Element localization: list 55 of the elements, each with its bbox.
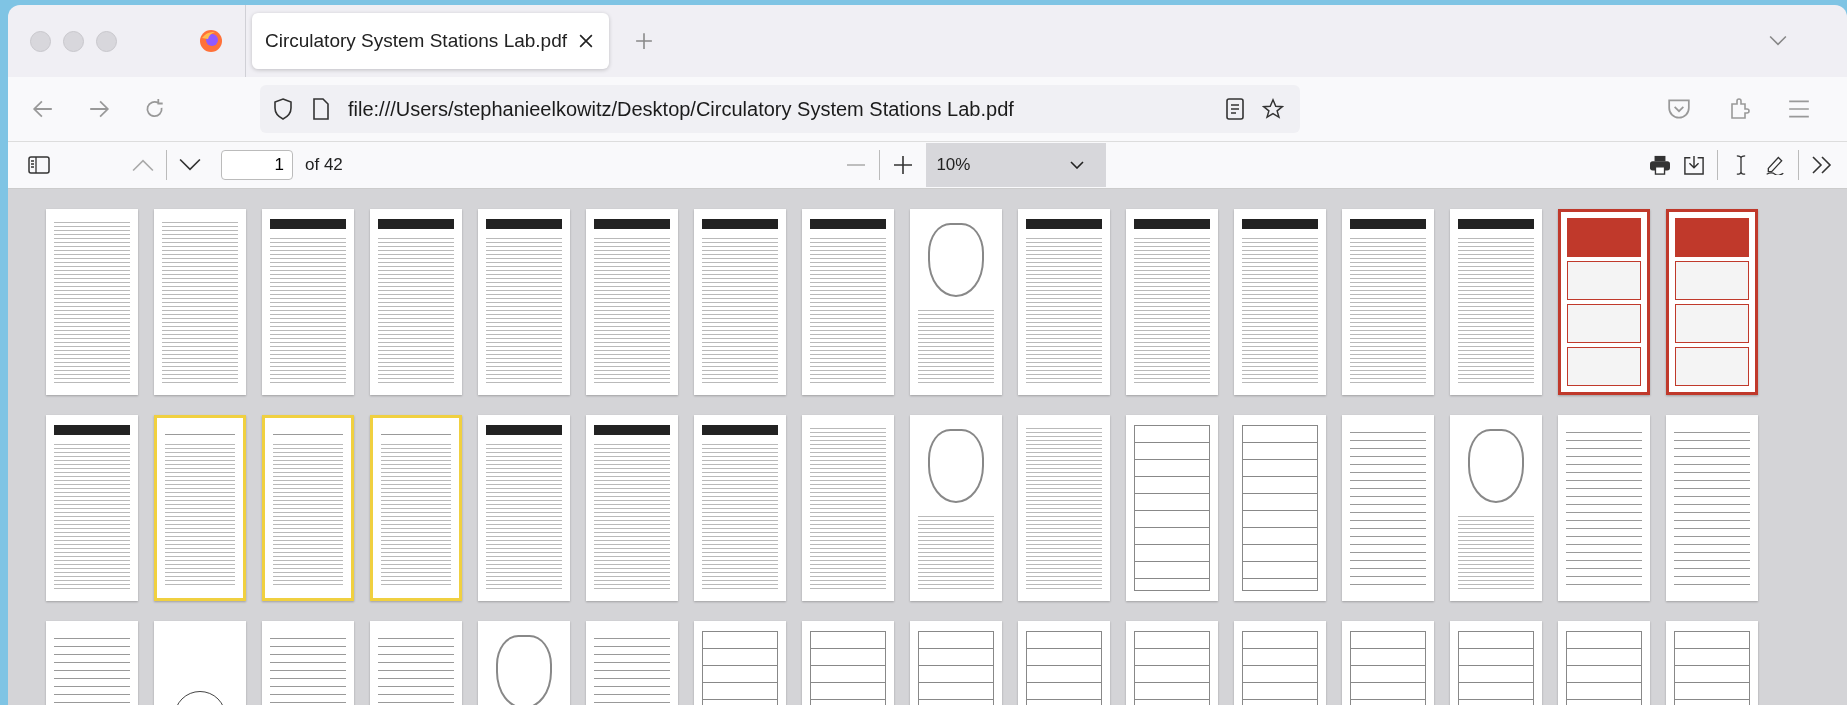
page-thumbnail[interactable] xyxy=(1450,209,1542,395)
page-thumbnail[interactable] xyxy=(1558,209,1650,395)
pocket-icon[interactable] xyxy=(1667,98,1691,120)
menu-icon[interactable] xyxy=(1787,98,1811,120)
page-thumbnail[interactable] xyxy=(1342,209,1434,395)
browser-logo-icon xyxy=(199,29,223,53)
address-bar[interactable]: file:///Users/stephanieelkowitz/Desktop/Circulatory System Stations Lab.pdf xyxy=(260,85,1300,133)
shield-icon[interactable] xyxy=(272,98,294,120)
page-thumbnail[interactable] xyxy=(478,209,570,395)
page-thumbnail[interactable] xyxy=(46,209,138,395)
page-thumbnail[interactable] xyxy=(1234,415,1326,601)
page-thumbnail[interactable] xyxy=(1666,415,1758,601)
page-thumbnail[interactable] xyxy=(910,209,1002,395)
zoom-dropdown[interactable]: 10% xyxy=(926,143,1107,187)
save-download-icon[interactable] xyxy=(1683,155,1705,175)
page-thumbnail[interactable] xyxy=(370,209,462,395)
zoom-in-icon[interactable] xyxy=(892,155,915,175)
page-thumbnail[interactable] xyxy=(1126,415,1218,601)
browser-tab[interactable]: Circulatory System Stations Lab.pdf xyxy=(252,13,610,69)
page-thumbnail[interactable] xyxy=(1126,209,1218,395)
page-thumbnail[interactable] xyxy=(1558,415,1650,601)
more-tools-chevrons-icon[interactable] xyxy=(1811,155,1833,175)
page-thumbnail[interactable] xyxy=(478,415,570,601)
page-thumbnail[interactable] xyxy=(802,209,894,395)
page-thumbnail[interactable] xyxy=(694,209,786,395)
page-thumbnail[interactable] xyxy=(46,415,138,601)
page-count: of 42 xyxy=(305,155,343,175)
page-number-field[interactable]: 1 xyxy=(221,150,293,180)
page-thumbnail[interactable] xyxy=(1018,415,1110,601)
page-thumbnail[interactable] xyxy=(586,209,678,395)
page-thumbnail[interactable] xyxy=(1450,415,1542,601)
page-thumbnail[interactable] xyxy=(1234,209,1326,395)
reload-icon[interactable] xyxy=(144,98,166,120)
page-thumbnail[interactable] xyxy=(1018,209,1110,395)
page-thumbnail[interactable] xyxy=(910,415,1002,601)
close-icon[interactable] xyxy=(579,34,594,48)
new-tab-icon[interactable] xyxy=(635,32,654,50)
bookmark-star-icon[interactable] xyxy=(1262,98,1284,120)
page-thumbnail[interactable] xyxy=(1342,415,1434,601)
page-thumbnail[interactable] xyxy=(586,415,678,601)
tab-list-chevron-icon[interactable] xyxy=(1769,35,1787,47)
page-thumbnail[interactable] xyxy=(1666,209,1758,395)
forward-arrow-icon[interactable] xyxy=(88,98,110,120)
url-text: file:///Users/stephanieelkowitz/Desktop/Circulatory System Stations Lab.pdf xyxy=(348,97,1014,121)
page-thumbnail[interactable] xyxy=(154,209,246,395)
print-icon[interactable] xyxy=(1649,155,1671,175)
page-thumbnail[interactable] xyxy=(262,209,354,395)
pencil-icon[interactable] xyxy=(1764,155,1786,175)
page-thumbnail[interactable] xyxy=(694,415,786,601)
document-icon xyxy=(310,98,332,120)
reader-view-icon[interactable] xyxy=(1224,98,1246,120)
sidebar-toggle-icon[interactable] xyxy=(28,155,50,175)
page-thumbnail[interactable] xyxy=(802,415,894,601)
back-arrow-icon[interactable] xyxy=(32,98,54,120)
dropdown-chevron-icon xyxy=(1070,161,1085,169)
